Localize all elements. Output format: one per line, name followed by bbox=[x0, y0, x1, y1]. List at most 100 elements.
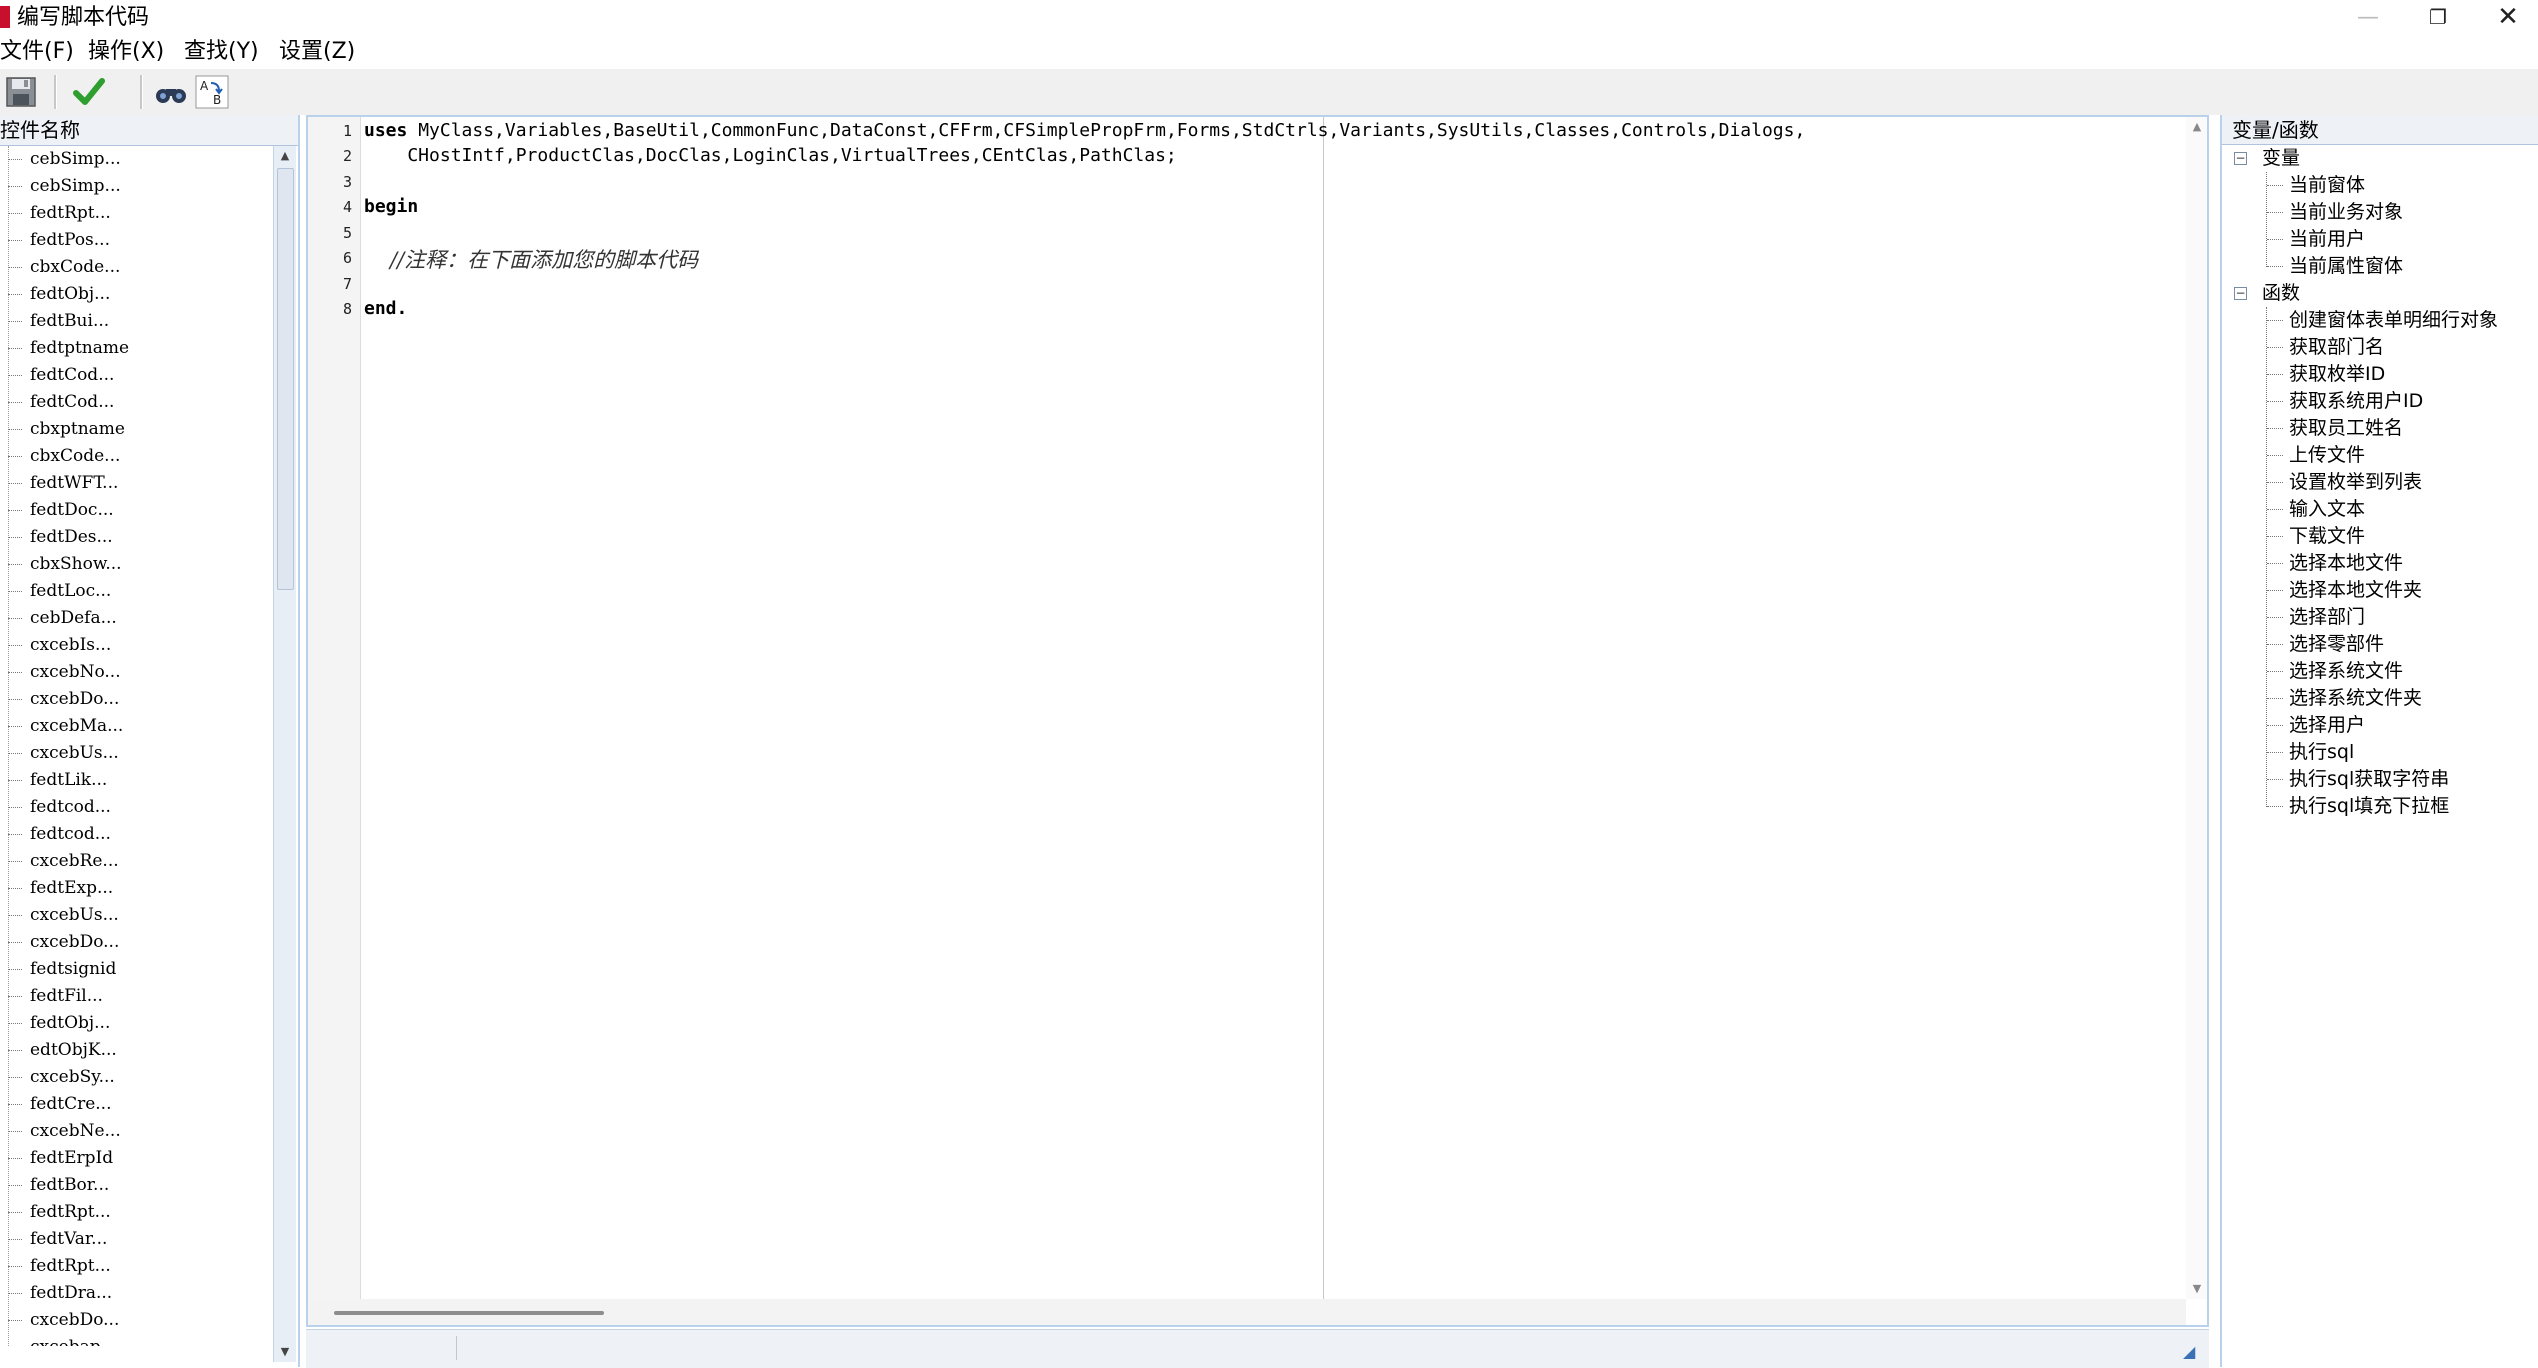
tree-item[interactable]: 执行sql bbox=[2289, 739, 2354, 766]
control-list-item[interactable]: fedtWFT... bbox=[0, 470, 272, 497]
control-list-item[interactable]: fedtDoc... bbox=[0, 497, 272, 524]
control-list-item[interactable]: fedtsignid bbox=[0, 956, 272, 983]
tree-item[interactable]: 获取枚举ID bbox=[2289, 361, 2385, 388]
tree-item[interactable]: 执行sql填充下拉框 bbox=[2289, 793, 2449, 820]
control-list-item[interactable]: fedtCre... bbox=[0, 1091, 272, 1118]
control-list-item[interactable]: fedtcod... bbox=[0, 794, 272, 821]
control-list-item[interactable]: cxcebIs... bbox=[0, 632, 272, 659]
control-list-item[interactable]: cbxCode... bbox=[0, 254, 272, 281]
menu-file[interactable]: 文件(F) bbox=[0, 37, 74, 67]
find-button[interactable] bbox=[152, 73, 190, 111]
tree-item[interactable]: 选择零部件 bbox=[2289, 631, 2384, 658]
menu-find[interactable]: 查找(Y) bbox=[184, 37, 259, 67]
control-list-item[interactable]: cxcebDo... bbox=[0, 686, 272, 713]
control-list-item[interactable]: fedtVar... bbox=[0, 1226, 272, 1253]
control-list-item[interactable]: fedtFil... bbox=[0, 983, 272, 1010]
control-list-item[interactable]: fedtRpt... bbox=[0, 1199, 272, 1226]
control-list-item[interactable]: fedtBor... bbox=[0, 1172, 272, 1199]
collapse-icon[interactable]: − bbox=[2234, 152, 2247, 165]
control-list-item[interactable]: cxcebNo... bbox=[0, 659, 272, 686]
scroll-up-icon[interactable]: ▲ bbox=[2186, 117, 2208, 137]
tree-item[interactable]: 当前窗体 bbox=[2289, 172, 2365, 199]
tree-item[interactable]: 当前用户 bbox=[2289, 226, 2365, 253]
control-list-item[interactable]: fedtDra... bbox=[0, 1280, 272, 1307]
control-list-item[interactable]: fedtPos... bbox=[0, 227, 272, 254]
control-list-item[interactable]: fedtCod... bbox=[0, 389, 272, 416]
tree-item[interactable]: 选择部门 bbox=[2289, 604, 2365, 631]
control-list-item[interactable]: cxcebUs... bbox=[0, 902, 272, 929]
control-list[interactable]: cebSimp... cebSimp... fedtRpt... fedtPos...… bbox=[0, 146, 272, 1346]
tree-item[interactable]: 获取部门名 bbox=[2289, 334, 2384, 361]
code-line-6-comment[interactable]: //注释：在下面添加您的脚本代码 bbox=[390, 244, 698, 274]
tree-item[interactable]: 选择系统文件 bbox=[2289, 658, 2403, 685]
control-list-item[interactable]: cxcebMa... bbox=[0, 713, 272, 740]
replace-button[interactable]: A B bbox=[193, 73, 231, 111]
control-list-item[interactable]: cbxptname bbox=[0, 416, 272, 443]
collapse-icon[interactable]: − bbox=[2234, 287, 2247, 300]
menu-operate[interactable]: 操作(X) bbox=[88, 37, 164, 67]
code-line-1[interactable]: uses MyClass,Variables,BaseUtil,CommonFu… bbox=[364, 120, 1805, 141]
control-list-item[interactable]: cbxCode... bbox=[0, 443, 272, 470]
close-button[interactable]: ✕ bbox=[2473, 0, 2538, 35]
control-list-item[interactable]: fedtptname bbox=[0, 335, 272, 362]
scroll-down-icon[interactable]: ▼ bbox=[2186, 1279, 2208, 1299]
control-list-item[interactable]: cebSimp... bbox=[0, 173, 272, 200]
tree-item[interactable]: 设置枚举到列表 bbox=[2289, 469, 2422, 496]
tree-item[interactable]: 当前属性窗体 bbox=[2289, 253, 2403, 280]
code-editor[interactable]: 1 2 3 4 5 6 7 8 uses MyClass,Variables,B… bbox=[306, 115, 2209, 1327]
editor-horizontal-scrollbar[interactable] bbox=[308, 1299, 2186, 1325]
control-list-item[interactable]: cebDefa... bbox=[0, 605, 272, 632]
tree-item[interactable]: 输入文本 bbox=[2289, 496, 2365, 523]
code-line-4[interactable]: begin bbox=[364, 196, 418, 217]
minimize-button[interactable]: — bbox=[2333, 0, 2403, 35]
control-list-item[interactable]: cxcebDo... bbox=[0, 929, 272, 956]
menu-settings[interactable]: 设置(Z) bbox=[279, 37, 355, 67]
tree-item[interactable]: 获取系统用户ID bbox=[2289, 388, 2423, 415]
tree-group-variables[interactable]: 变量 bbox=[2262, 145, 2300, 172]
control-list-item[interactable]: fedtObj... bbox=[0, 281, 272, 308]
check-button[interactable] bbox=[70, 73, 108, 111]
tree-item[interactable]: 创建窗体表单明细行对象 bbox=[2289, 307, 2498, 334]
code-line-2[interactable]: CHostIntf,ProductClas,DocClas,LoginClas,… bbox=[364, 145, 1176, 166]
editor-vertical-scrollbar[interactable]: ▲ ▼ bbox=[2186, 117, 2207, 1299]
tree-item[interactable]: 上传文件 bbox=[2289, 442, 2365, 469]
save-button[interactable] bbox=[2, 73, 40, 111]
maximize-button[interactable]: ❐ bbox=[2403, 0, 2473, 35]
control-list-item[interactable]: fedtCod... bbox=[0, 362, 272, 389]
control-list-item[interactable]: cxcebNe... bbox=[0, 1118, 272, 1145]
control-list-scrollbar[interactable]: ▲ ▼ bbox=[273, 146, 296, 1362]
control-list-item[interactable]: fedtDes... bbox=[0, 524, 272, 551]
tree-group-functions[interactable]: 函数 bbox=[2262, 280, 2300, 307]
control-list-item[interactable]: cxcebSy... bbox=[0, 1064, 272, 1091]
control-list-item[interactable]: cxcebUs... bbox=[0, 740, 272, 767]
control-list-item[interactable]: fedtBui... bbox=[0, 308, 272, 335]
tree-item[interactable]: 选择用户 bbox=[2289, 712, 2365, 739]
tree-item[interactable]: 下载文件 bbox=[2289, 523, 2365, 550]
code-line-8[interactable]: end. bbox=[364, 298, 407, 319]
control-list-item[interactable]: fedtLoc... bbox=[0, 578, 272, 605]
tree-item[interactable]: 当前业务对象 bbox=[2289, 199, 2403, 226]
control-list-item[interactable]: cbxShow... bbox=[0, 551, 272, 578]
scroll-down-icon[interactable]: ▼ bbox=[274, 1342, 296, 1362]
control-list-item[interactable]: fedtRpt... bbox=[0, 200, 272, 227]
control-list-item[interactable]: fedtObj... bbox=[0, 1010, 272, 1037]
control-list-item[interactable]: cebSimp... bbox=[0, 146, 272, 173]
control-list-item[interactable]: edtObjK... bbox=[0, 1037, 272, 1064]
control-list-item[interactable]: fedtRpt... bbox=[0, 1253, 272, 1280]
scrollbar-thumb[interactable] bbox=[334, 1311, 604, 1315]
scroll-up-icon[interactable]: ▲ bbox=[274, 146, 296, 166]
control-list-item[interactable]: fedtExp... bbox=[0, 875, 272, 902]
control-list-item[interactable]: cxcebDo... bbox=[0, 1307, 272, 1334]
tree-item[interactable]: 选择本地文件 bbox=[2289, 550, 2403, 577]
tree-item[interactable]: 执行sql获取字符串 bbox=[2289, 766, 2449, 793]
scrollbar-thumb[interactable] bbox=[277, 168, 294, 590]
tree-item[interactable]: 获取员工姓名 bbox=[2289, 415, 2403, 442]
control-list-item[interactable]: cxcebap... bbox=[0, 1334, 272, 1346]
control-list-item[interactable]: fedtLik... bbox=[0, 767, 272, 794]
tree-item[interactable]: 选择系统文件夹 bbox=[2289, 685, 2422, 712]
control-list-item[interactable]: cxcebRe... bbox=[0, 848, 272, 875]
control-list-item[interactable]: fedtcod... bbox=[0, 821, 272, 848]
control-list-item[interactable]: fedtErpId bbox=[0, 1145, 272, 1172]
resize-grip-icon[interactable]: ◢ bbox=[2183, 1342, 2195, 1361]
tree-item[interactable]: 选择本地文件夹 bbox=[2289, 577, 2422, 604]
